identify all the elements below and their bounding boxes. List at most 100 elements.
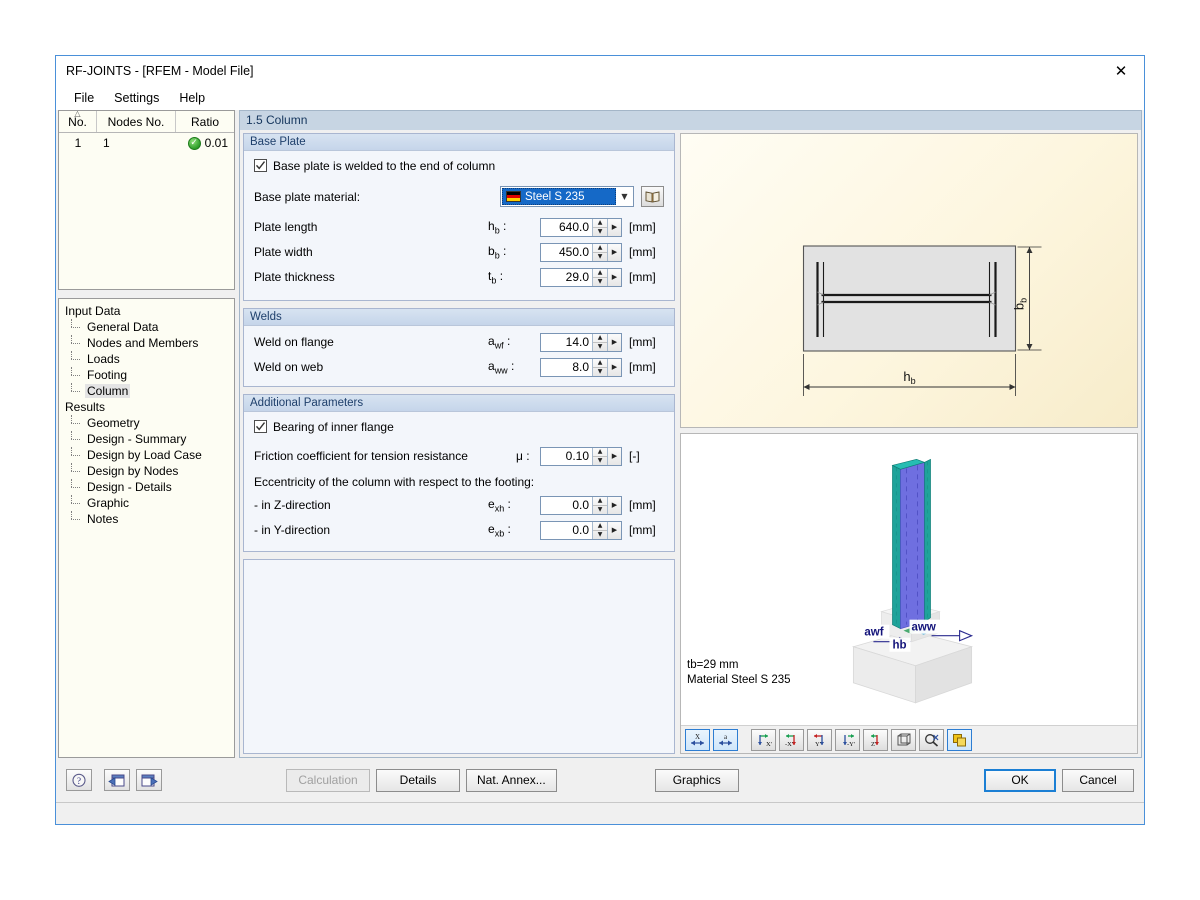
sidebar-item-design-summary[interactable]: Design - Summary xyxy=(69,431,234,447)
input-weld-on-flange[interactable] xyxy=(541,333,592,351)
spinner-more-icon[interactable]: ▶ xyxy=(607,243,621,261)
view-z-button[interactable]: Z' xyxy=(863,728,888,751)
menu-file[interactable]: File xyxy=(64,89,104,107)
sidebar-item-geometry[interactable]: Geometry xyxy=(69,415,234,431)
sidebar-item-nodes-and-members[interactable]: Nodes and Members xyxy=(69,335,234,351)
spinner-down-icon[interactable]: ▼ xyxy=(593,343,607,351)
dimension-a-button[interactable]: a xyxy=(713,728,738,751)
dimension-x-button[interactable]: X xyxy=(685,728,710,751)
select-base-plate-material[interactable]: Steel S 235 ▼ xyxy=(500,186,634,208)
sidebar-item-column[interactable]: Column xyxy=(69,383,234,399)
checkbox-base-plate-welded[interactable]: Base plate is welded to the end of colum… xyxy=(254,159,664,173)
sidebar-item-notes[interactable]: Notes xyxy=(69,511,234,527)
material-library-button[interactable] xyxy=(641,186,664,208)
zoom-reset-button[interactable] xyxy=(919,728,944,751)
spinner-arrows[interactable]: ▲ ▼ xyxy=(592,333,607,351)
spinner-up-icon[interactable]: ▲ xyxy=(593,448,607,457)
input-friction-coefficient[interactable] xyxy=(541,447,592,465)
input-weld-on-web[interactable] xyxy=(541,358,592,376)
spinner-arrows[interactable]: ▲ ▼ xyxy=(592,243,607,261)
sidebar-item-loads[interactable]: Loads xyxy=(69,351,234,367)
spinner-plate-thickness[interactable]: ▲▼ ▶ xyxy=(540,267,622,287)
spinner-down-icon[interactable]: ▼ xyxy=(593,278,607,286)
menu-help[interactable]: Help xyxy=(169,89,215,107)
spinner-up-icon[interactable]: ▲ xyxy=(593,334,607,343)
spinner-up-icon[interactable]: ▲ xyxy=(593,497,607,506)
spinner-more-icon[interactable]: ▶ xyxy=(607,268,621,286)
spinner-arrows[interactable]: ▲ ▼ xyxy=(592,521,607,539)
base-plate-plan-view[interactable]: bb hb xyxy=(680,132,1138,428)
tree-group-results[interactable]: Results xyxy=(63,399,234,415)
spinner-more-icon[interactable]: ▶ xyxy=(607,496,621,514)
isometric-view-button[interactable] xyxy=(891,728,916,751)
spinner-plate-width[interactable]: ▲▼ ▶ xyxy=(540,242,622,262)
input-plate-length[interactable] xyxy=(541,218,592,236)
spinner-eccentricity-y[interactable]: ▲▼ ▶ xyxy=(540,520,622,540)
column-header-no[interactable]: △ No. xyxy=(59,111,97,132)
spinner-up-icon[interactable]: ▲ xyxy=(593,359,607,368)
table-row[interactable]: 1 1 ✓ 0.01 xyxy=(59,133,234,153)
group-body-welds: Weld on flange awf : ▲▼ ▶ [mm] W xyxy=(244,326,674,386)
unit-eccentricity-z: [mm] xyxy=(629,498,656,513)
next-dialog-button[interactable] xyxy=(136,769,162,791)
spinner-arrows[interactable]: ▲ ▼ xyxy=(592,358,607,376)
spinner-arrows[interactable]: ▲ ▼ xyxy=(592,496,607,514)
close-icon[interactable]: ✕ xyxy=(1098,56,1144,85)
spinner-weld-on-web[interactable]: ▲▼ ▶ xyxy=(540,357,622,377)
view-y-button[interactable]: Y' xyxy=(807,728,832,751)
spinner-down-icon[interactable]: ▼ xyxy=(593,506,607,514)
spinner-more-icon[interactable]: ▶ xyxy=(607,218,621,236)
cancel-button[interactable]: Cancel xyxy=(1062,768,1134,792)
view-x-button[interactable]: X' xyxy=(751,728,776,751)
tree-group-input-data[interactable]: Input Data xyxy=(63,303,234,319)
spinner-down-icon[interactable]: ▼ xyxy=(593,228,607,236)
view-negx-button[interactable]: -X' xyxy=(779,728,804,751)
input-eccentricity-z[interactable] xyxy=(541,496,592,514)
sidebar-item-design-by-load-case[interactable]: Design by Load Case xyxy=(69,447,234,463)
nat-annex-button[interactable]: Nat. Annex... xyxy=(466,768,557,792)
spinner-up-icon[interactable]: ▲ xyxy=(593,244,607,253)
spinner-more-icon[interactable]: ▶ xyxy=(607,521,621,539)
spinner-more-icon[interactable]: ▶ xyxy=(607,333,621,351)
sidebar-item-design-details[interactable]: Design - Details xyxy=(69,479,234,495)
3d-canvas[interactable]: awf aww hb tb=29 mm Material Steel S 235 xyxy=(681,434,1137,725)
group-title-welds: Welds xyxy=(244,308,674,326)
chevron-down-icon[interactable]: ▼ xyxy=(616,192,633,201)
spinner-more-icon[interactable]: ▶ xyxy=(607,447,621,465)
calculation-button[interactable]: Calculation xyxy=(286,768,370,792)
spinner-down-icon[interactable]: ▼ xyxy=(593,531,607,539)
spinner-down-icon[interactable]: ▼ xyxy=(593,368,607,376)
help-button[interactable]: ? xyxy=(66,769,92,791)
spinner-arrows[interactable]: ▲ ▼ xyxy=(592,447,607,465)
input-eccentricity-y[interactable] xyxy=(541,521,592,539)
sidebar-item-general-data[interactable]: General Data xyxy=(69,319,234,335)
sidebar-item-graphic[interactable]: Graphic xyxy=(69,495,234,511)
ok-button[interactable]: OK xyxy=(984,768,1056,792)
details-button[interactable]: Details xyxy=(376,768,460,792)
sidebar-item-design-by-nodes[interactable]: Design by Nodes xyxy=(69,463,234,479)
input-plate-thickness[interactable] xyxy=(541,268,592,286)
spinner-arrows[interactable]: ▲ ▼ xyxy=(592,218,607,236)
graphics-button[interactable]: Graphics xyxy=(654,768,739,792)
spinner-up-icon[interactable]: ▲ xyxy=(593,219,607,228)
spinner-eccentricity-z[interactable]: ▲▼ ▶ xyxy=(540,495,622,515)
spinner-down-icon[interactable]: ▼ xyxy=(593,457,607,465)
nodes-table[interactable]: △ No. Nodes No. Ratio 1 1 ✓ 0.01 xyxy=(58,110,235,290)
spinner-friction-coefficient[interactable]: ▲▼ ▶ xyxy=(540,446,622,466)
previous-dialog-button[interactable] xyxy=(104,769,130,791)
spinner-weld-on-flange[interactable]: ▲▼ ▶ xyxy=(540,332,622,352)
spinner-down-icon[interactable]: ▼ xyxy=(593,253,607,261)
column-header-nodes-no[interactable]: Nodes No. xyxy=(97,111,176,132)
spinner-arrows[interactable]: ▲ ▼ xyxy=(592,268,607,286)
sidebar-item-footing[interactable]: Footing xyxy=(69,367,234,383)
view-negy-button[interactable]: -Y' xyxy=(835,728,860,751)
spinner-up-icon[interactable]: ▲ xyxy=(593,522,607,531)
render-mode-button[interactable] xyxy=(947,728,972,751)
spinner-more-icon[interactable]: ▶ xyxy=(607,358,621,376)
input-plate-width[interactable] xyxy=(541,243,592,261)
checkbox-bearing-inner-flange[interactable]: Bearing of inner flange xyxy=(254,420,664,434)
column-header-ratio[interactable]: Ratio xyxy=(176,111,234,132)
spinner-up-icon[interactable]: ▲ xyxy=(593,269,607,278)
spinner-plate-length[interactable]: ▲▼ ▶ xyxy=(540,217,622,237)
menu-settings[interactable]: Settings xyxy=(104,89,169,107)
